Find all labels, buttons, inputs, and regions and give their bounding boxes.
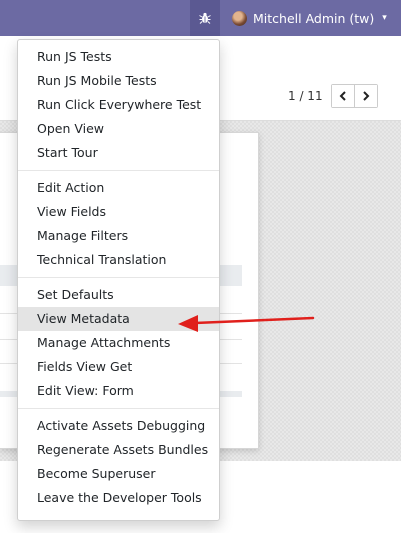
- avatar: [232, 10, 247, 26]
- menu-item-view-metadata[interactable]: View Metadata: [18, 307, 219, 331]
- chevron-right-icon: [362, 91, 369, 101]
- pager-next-button[interactable]: [353, 85, 377, 107]
- menu-item-leave-developer-tools[interactable]: Leave the Developer Tools: [18, 486, 219, 510]
- menu-divider: [18, 277, 219, 278]
- menu-item-edit-view-form[interactable]: Edit View: Form: [18, 379, 219, 403]
- menu-item-start-tour[interactable]: Start Tour: [18, 141, 219, 165]
- debug-menu-dropdown: Run JS Tests Run JS Mobile Tests Run Cli…: [17, 39, 220, 521]
- user-menu-toggle[interactable]: Mitchell Admin (tw) ▾: [232, 0, 387, 36]
- menu-item-fields-view-get[interactable]: Fields View Get: [18, 355, 219, 379]
- caret-down-icon: ▾: [382, 13, 387, 23]
- debug-menu-group: Run JS Tests Run JS Mobile Tests Run Cli…: [18, 45, 219, 165]
- chevron-left-icon: [339, 91, 346, 101]
- bug-icon: [199, 12, 211, 24]
- menu-item-open-view[interactable]: Open View: [18, 117, 219, 141]
- menu-item-run-js-tests[interactable]: Run JS Tests: [18, 45, 219, 69]
- pager-buttons: [330, 84, 378, 108]
- menu-item-activate-assets-debugging[interactable]: Activate Assets Debugging: [18, 414, 219, 438]
- menu-item-regenerate-assets-bundles[interactable]: Regenerate Assets Bundles: [18, 438, 219, 462]
- menu-divider: [18, 170, 219, 171]
- menu-item-run-click-everywhere-test[interactable]: Run Click Everywhere Test: [18, 93, 219, 117]
- debug-menu-group: Edit Action View Fields Manage Filters T…: [18, 176, 219, 272]
- menu-item-manage-attachments[interactable]: Manage Attachments: [18, 331, 219, 355]
- debug-menu-group: Set Defaults View Metadata Manage Attach…: [18, 283, 219, 403]
- debug-mode-button[interactable]: [190, 0, 220, 36]
- pager: 1 / 11: [288, 84, 378, 108]
- menu-item-become-superuser[interactable]: Become Superuser: [18, 462, 219, 486]
- menu-item-technical-translation[interactable]: Technical Translation: [18, 248, 219, 272]
- menu-divider: [18, 408, 219, 409]
- user-name: Mitchell Admin (tw): [253, 10, 375, 26]
- menu-item-run-js-mobile-tests[interactable]: Run JS Mobile Tests: [18, 69, 219, 93]
- menu-item-view-fields[interactable]: View Fields: [18, 200, 219, 224]
- pager-value[interactable]: 1 / 11: [288, 89, 323, 103]
- menu-item-edit-action[interactable]: Edit Action: [18, 176, 219, 200]
- pager-previous-button[interactable]: [331, 85, 354, 107]
- menu-item-manage-filters[interactable]: Manage Filters: [18, 224, 219, 248]
- top-navbar: Mitchell Admin (tw) ▾: [0, 0, 401, 36]
- debug-menu-group: Activate Assets Debugging Regenerate Ass…: [18, 414, 219, 510]
- menu-item-set-defaults[interactable]: Set Defaults: [18, 283, 219, 307]
